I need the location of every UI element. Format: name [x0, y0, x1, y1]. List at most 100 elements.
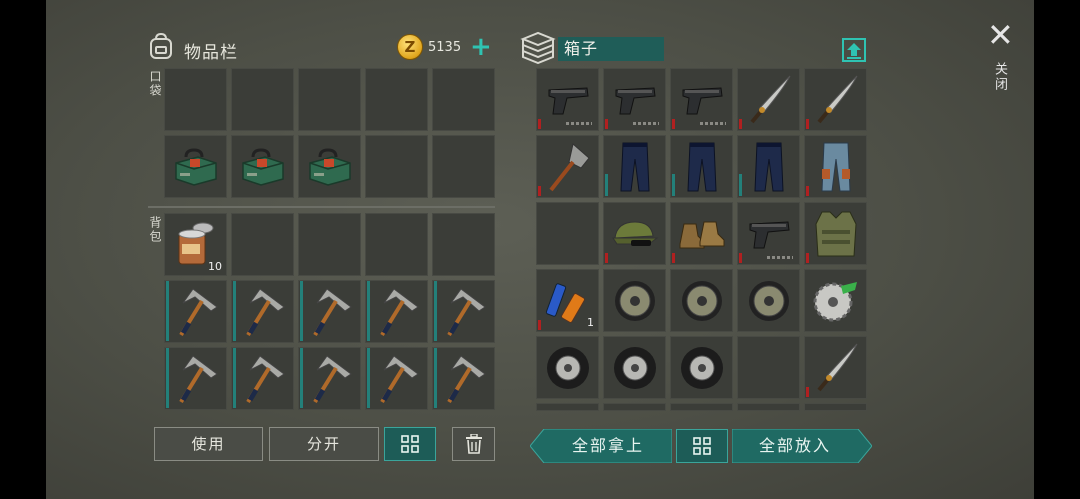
inventory-slot-pickaxe[interactable] [298, 280, 361, 343]
inventory-slot[interactable] [737, 403, 800, 411]
add-coins-button[interactable]: + [470, 34, 492, 60]
inventory-slot-machete[interactable] [804, 68, 867, 131]
inventory-slot-pants-light[interactable] [804, 135, 867, 198]
box-icon [520, 30, 556, 65]
durability-bar [367, 281, 370, 341]
upload-icon[interactable] [842, 38, 866, 62]
inventory-slot-pickaxe[interactable] [432, 347, 495, 410]
ammo-dots [767, 256, 793, 259]
inventory-slot-pickaxe[interactable] [231, 347, 294, 410]
inventory-slot-cash-box[interactable] [164, 135, 227, 198]
inventory-slot-empty[interactable] [298, 213, 361, 276]
split-button[interactable]: 分开 [269, 427, 379, 461]
pickaxe-icon [165, 281, 226, 342]
close-label[interactable]: 关闭 [990, 62, 1009, 92]
inventory-slot-pistol[interactable] [670, 68, 733, 131]
tire-icon [537, 337, 598, 398]
trash-button[interactable] [452, 427, 495, 461]
inventory-slot-empty[interactable] [365, 135, 428, 198]
cash-box-icon [232, 136, 293, 197]
coin-count: 5135 [428, 40, 462, 55]
inventory-slot-empty[interactable] [298, 68, 361, 131]
inventory-slot-batteries[interactable]: 1 [536, 269, 599, 332]
inventory-slot-disc[interactable] [737, 269, 800, 332]
box-name-field[interactable]: 箱子 [558, 37, 664, 61]
inventory-slot-empty[interactable] [365, 68, 428, 131]
close-icon[interactable]: ✕ [987, 19, 1014, 51]
inventory-slot-empty[interactable] [737, 336, 800, 399]
pocket-label: 口袋 [148, 70, 162, 98]
inventory-slot-pistol[interactable] [737, 202, 800, 265]
inventory-slot-camo-cap[interactable] [603, 202, 666, 265]
inventory-slot[interactable] [536, 403, 599, 411]
inventory-slot-empty[interactable] [365, 213, 428, 276]
ammo-dots [633, 122, 659, 125]
grid-icon [401, 435, 419, 453]
inventory-screen: 物品栏 Z 5135 + 口袋 背包 10 箱子 1 ✕ 关闭 使用 分开 全部… [46, 0, 1034, 499]
inventory-slot-pickaxe[interactable] [164, 280, 227, 343]
inventory-title: 物品栏 [184, 43, 238, 63]
inventory-slot-disc[interactable] [603, 269, 666, 332]
box-sort-grid-button[interactable] [676, 429, 728, 463]
inventory-slot-vest[interactable] [804, 202, 867, 265]
inventory-slot-shovel[interactable] [536, 135, 599, 198]
inventory-slot-pistol[interactable] [536, 68, 599, 131]
put-all-button[interactable]: 全部放入 [732, 429, 858, 463]
inventory-slot-empty[interactable] [536, 202, 599, 265]
pickaxe-icon [299, 348, 360, 409]
backpack-label: 背包 [148, 216, 162, 244]
inventory-slot-pants-dark[interactable] [603, 135, 666, 198]
durability-bar [233, 348, 236, 408]
inventory-slot-pickaxe[interactable] [231, 280, 294, 343]
cash-box-icon [165, 136, 226, 197]
durability-bar [672, 119, 675, 129]
inventory-slot-saw-blade[interactable] [804, 269, 867, 332]
inventory-slot-tire[interactable] [536, 336, 599, 399]
use-button[interactable]: 使用 [154, 427, 263, 461]
inventory-slot-empty[interactable] [432, 68, 495, 131]
inventory-slot-pants-dark[interactable] [737, 135, 800, 198]
inventory-slot-empty[interactable] [231, 68, 294, 131]
inventory-slot-machete[interactable] [737, 68, 800, 131]
durability-bar [166, 348, 169, 408]
inventory-slot-empty[interactable] [432, 135, 495, 198]
inventory-slot-canned-food[interactable]: 10 [164, 213, 227, 276]
machete-icon [738, 69, 799, 130]
coin-icon: Z [397, 34, 423, 60]
inventory-slot-tire[interactable] [670, 336, 733, 399]
inventory-slot-pickaxe[interactable] [298, 347, 361, 410]
inventory-slot-boots[interactable] [670, 202, 733, 265]
inventory-slot-empty[interactable] [231, 213, 294, 276]
sort-grid-button[interactable] [384, 427, 436, 461]
machete-icon [805, 337, 866, 398]
item-quantity: 1 [587, 316, 594, 329]
cash-box-icon [299, 136, 360, 197]
inventory-slot-tire[interactable] [603, 336, 666, 399]
take-all-button[interactable]: 全部拿上 [544, 429, 672, 463]
inventory-slot-machete[interactable] [804, 336, 867, 399]
inventory-slot-empty[interactable] [164, 68, 227, 131]
inventory-slot[interactable] [804, 403, 867, 411]
inventory-slot-disc[interactable] [670, 269, 733, 332]
pants-dark-icon [604, 136, 665, 197]
machete-icon [805, 69, 866, 130]
inventory-slot-pickaxe[interactable] [365, 280, 428, 343]
inventory-slot-pistol[interactable] [603, 68, 666, 131]
inventory-slot-pickaxe[interactable] [365, 347, 428, 410]
disc-icon [604, 270, 665, 331]
inventory-slot[interactable] [603, 403, 666, 411]
durability-bar [434, 281, 437, 341]
pickaxe-icon [299, 281, 360, 342]
pistol-icon [738, 203, 799, 264]
inventory-slot-cash-box[interactable] [298, 135, 361, 198]
pistol-icon [671, 69, 732, 130]
inventory-slot-pants-dark[interactable] [670, 135, 733, 198]
inventory-slot[interactable] [670, 403, 733, 411]
inventory-slot-cash-box[interactable] [231, 135, 294, 198]
inventory-slot-empty[interactable] [432, 213, 495, 276]
inventory-slot-pickaxe[interactable] [432, 280, 495, 343]
backpack-icon [148, 32, 174, 60]
pants-dark-icon [671, 136, 732, 197]
tire-icon [671, 337, 732, 398]
inventory-slot-pickaxe[interactable] [164, 347, 227, 410]
